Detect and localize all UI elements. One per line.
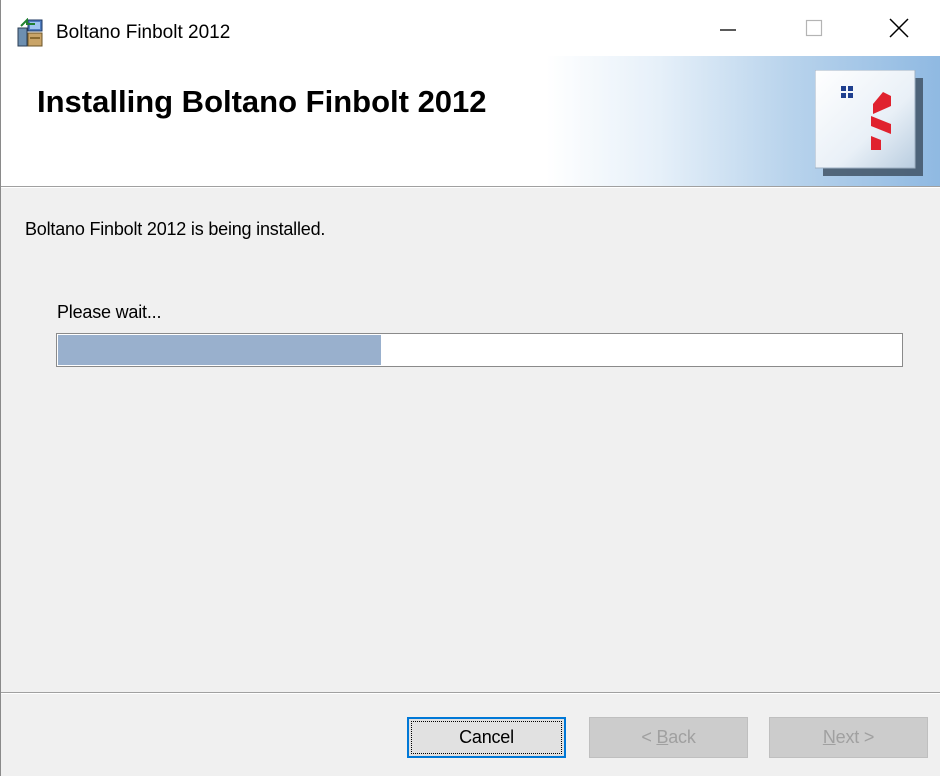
title-bar[interactable]: Boltano Finbolt 2012: [1, 0, 940, 56]
cancel-button-label: Cancel: [459, 727, 514, 747]
banner-separator: [1, 186, 940, 188]
next-button-rest: ext >: [835, 727, 875, 747]
maximize-button[interactable]: [771, 0, 857, 56]
please-wait-label: Please wait...: [57, 302, 162, 322]
back-button-rest: ack: [668, 727, 696, 747]
installer-app-icon: [17, 18, 43, 47]
window-title: Boltano Finbolt 2012: [56, 22, 231, 43]
next-button-mnemonic: N: [822, 727, 836, 747]
header-banner: Installing Boltano Finbolt 2012: [1, 56, 940, 186]
back-button-prefix: <: [641, 727, 657, 747]
installer-window: Boltano Finbolt 2012 Installing Boltano …: [0, 0, 940, 776]
boltano-logo-icon: [815, 70, 923, 176]
banner-title: Installing Boltano Finbolt 2012: [37, 84, 487, 119]
install-status-text: Boltano Finbolt 2012 is being installed.: [25, 219, 326, 239]
cancel-button[interactable]: Cancel: [407, 717, 566, 758]
maximize-icon: [805, 19, 823, 37]
minimize-button[interactable]: [685, 0, 771, 56]
progress-bar-fill: [58, 335, 382, 365]
next-button[interactable]: Next >: [769, 717, 928, 758]
close-icon: [889, 18, 909, 38]
back-button[interactable]: < Back: [589, 717, 748, 758]
close-button[interactable]: [857, 0, 940, 56]
footer-separator: [1, 692, 940, 694]
back-button-mnemonic: B: [656, 727, 669, 747]
minimize-icon: [720, 29, 736, 31]
install-progress-bar: [56, 333, 903, 367]
